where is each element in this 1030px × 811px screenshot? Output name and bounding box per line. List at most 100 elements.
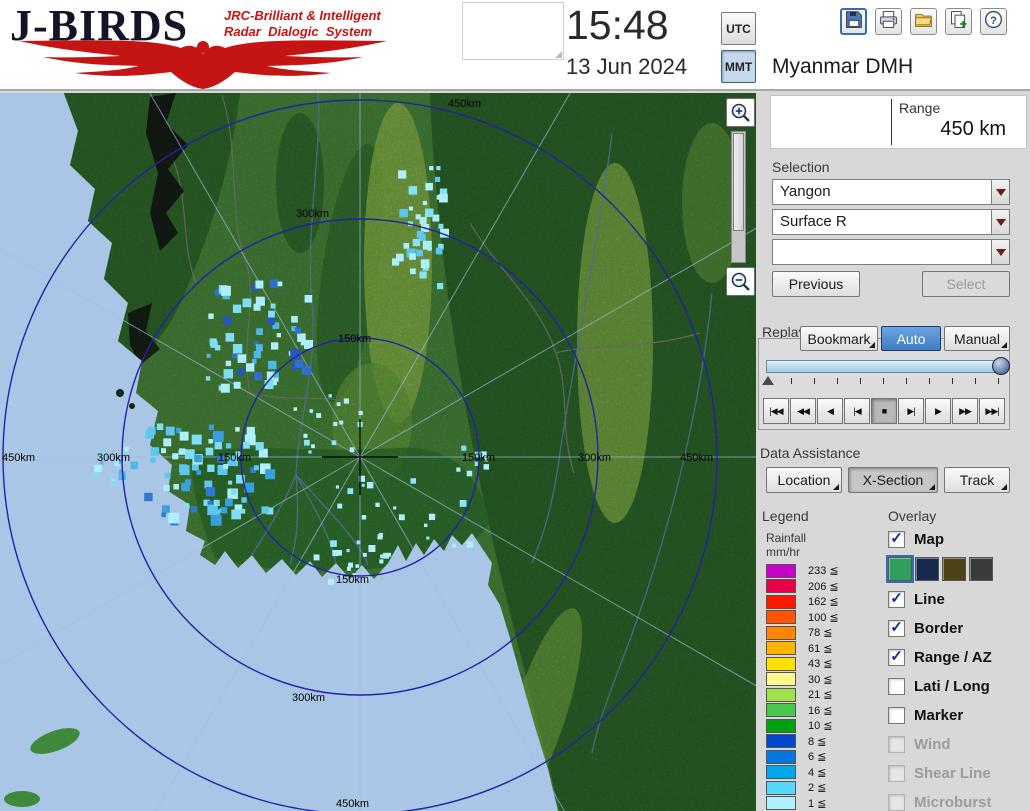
extra-dropdown-value[interactable] <box>772 239 991 265</box>
play-reverse-button[interactable]: ◀ <box>817 398 843 424</box>
legend-row: 4 ≦ <box>766 765 839 781</box>
range-display: Range 450 km <box>770 95 1027 149</box>
product-dropdown[interactable]: Surface R <box>772 209 1010 235</box>
jbirds-app: J-BIRDS JRC-Brilliant & Intelligent Rada… <box>0 0 1030 811</box>
print-button[interactable] <box>875 8 902 35</box>
track-button[interactable]: Track <box>944 467 1010 493</box>
play-button[interactable]: ▶ <box>925 398 951 424</box>
open-icon <box>913 9 934 35</box>
clock-time: 15:48 <box>566 2 669 48</box>
legend-row: 1 ≦ <box>766 796 839 811</box>
legend-row: 206 ≦ <box>766 579 839 595</box>
previous-button[interactable]: Previous <box>772 271 860 297</box>
legend-value: 6 ≦ <box>808 751 827 764</box>
legend-value: 61 ≦ <box>808 642 833 655</box>
extra-dropdown[interactable] <box>772 239 1010 265</box>
legend-unit-2: mm/hr <box>766 545 800 559</box>
skip-end-button[interactable]: ▶▶| <box>979 398 1005 424</box>
overlay-label: Microburst <box>914 793 992 811</box>
location-button[interactable]: Location <box>766 467 842 493</box>
export-button[interactable] <box>945 8 972 35</box>
replay-timeline-slider[interactable] <box>766 360 1004 373</box>
utc-button[interactable]: UTC <box>721 12 756 45</box>
logo-tagline-1: JRC-Brilliant & Intelligent <box>224 8 381 23</box>
dropdown-arrow-icon[interactable] <box>991 179 1010 205</box>
open-button[interactable] <box>910 8 937 35</box>
fast-forward-button[interactable]: ▶▶ <box>952 398 978 424</box>
step-forward-button[interactable]: ▶| <box>898 398 924 424</box>
step-back-button[interactable]: |◀ <box>844 398 870 424</box>
dropdown-arrow-icon[interactable] <box>991 239 1010 265</box>
map-style-swatch-4[interactable] <box>969 557 993 581</box>
mmt-button[interactable]: MMT <box>721 50 756 83</box>
legend-color-swatch <box>766 672 796 687</box>
legend-value: 4 ≦ <box>808 766 827 779</box>
ring-label: 150km <box>218 452 251 464</box>
ring-label: 150km <box>336 574 369 586</box>
checkbox-line[interactable]: ✓ <box>888 590 905 608</box>
legend-row: 21 ≦ <box>766 687 839 703</box>
legend-color-swatch <box>766 796 796 811</box>
x-section-button[interactable]: X-Section <box>848 467 938 493</box>
legend-color-swatch <box>766 703 796 718</box>
legend-row: 61 ≦ <box>766 641 839 657</box>
legend-color-swatch <box>766 625 796 640</box>
legend-value: 233 ≦ <box>808 565 839 578</box>
ring-label: 450km <box>448 98 481 110</box>
site-dropdown-value[interactable]: Yangon <box>772 179 991 205</box>
checkmark-icon: ✓ <box>890 648 903 665</box>
overlay-label: Marker <box>914 706 964 724</box>
overlay-row-wind: Wind <box>888 733 1030 755</box>
ring-label: 300km <box>578 452 611 464</box>
overlay-label: Wind <box>914 735 951 753</box>
zoom-scrollbar[interactable] <box>731 131 746 263</box>
map-style-swatch-1[interactable] <box>886 555 914 583</box>
overlay-row-microburst: Microburst <box>888 791 1030 811</box>
site-dropdown[interactable]: Yangon <box>772 179 1010 205</box>
data-assistance-label: Data Assistance <box>760 445 861 461</box>
overlay-label: Range / AZ <box>914 648 992 666</box>
stop-button[interactable]: ■ <box>871 398 897 424</box>
legend-value: 100 ≦ <box>808 611 839 624</box>
logo-tagline-2: Radar Dialogic System <box>224 24 373 39</box>
checkbox-marker[interactable] <box>888 706 905 724</box>
radar-map[interactable]: 450km 300km 150km 450km 300km 150km 150km 300km… <box>0 93 756 811</box>
select-button[interactable]: Select <box>922 271 1010 297</box>
help-icon: ? <box>983 9 1004 35</box>
bookmark-button[interactable]: Bookmark <box>800 326 878 351</box>
overlay-row-map: ✓ Map <box>888 528 1030 550</box>
overlay-row-marker: Marker <box>888 704 1030 726</box>
checkbox-border[interactable]: ✓ <box>888 619 905 637</box>
ring-label: 150km <box>462 452 495 464</box>
playback-controls: |◀◀ ◀◀ ◀ |◀ ■ ▶| ▶ ▶▶ ▶▶| <box>763 398 1005 424</box>
map-style-swatch-2[interactable] <box>915 557 939 581</box>
save-button[interactable] <box>840 8 867 35</box>
map-style-swatch-3[interactable] <box>942 557 966 581</box>
legend-value: 162 ≦ <box>808 596 839 609</box>
checkbox-map[interactable]: ✓ <box>888 530 905 548</box>
station-logo-placeholder <box>462 2 564 60</box>
zoom-in-button[interactable] <box>726 98 755 127</box>
checkbox-range-az[interactable]: ✓ <box>888 648 905 666</box>
zoom-out-button[interactable] <box>726 267 755 296</box>
checkmark-icon: ✓ <box>890 619 903 636</box>
legend-row: 2 ≦ <box>766 780 839 796</box>
checkbox-microburst <box>888 793 905 811</box>
zoom-scrollbar-thumb[interactable] <box>733 133 744 231</box>
auto-button[interactable]: Auto <box>881 326 941 351</box>
manual-button[interactable]: Manual <box>944 326 1010 351</box>
timeline-thumb[interactable] <box>992 357 1010 375</box>
legend-value: 43 ≦ <box>808 658 833 671</box>
checkbox-lati-long[interactable] <box>888 677 905 695</box>
skip-start-button[interactable]: |◀◀ <box>763 398 789 424</box>
ring-label: 450km <box>336 798 369 810</box>
rewind-button[interactable]: ◀◀ <box>790 398 816 424</box>
product-dropdown-value[interactable]: Surface R <box>772 209 991 235</box>
checkbox-shear-line <box>888 764 905 782</box>
legend-value: 206 ≦ <box>808 580 839 593</box>
help-button[interactable]: ? <box>980 8 1007 35</box>
ring-label: 150km <box>338 333 371 345</box>
checkbox-wind <box>888 735 905 753</box>
dropdown-arrow-icon[interactable] <box>991 209 1010 235</box>
export-icon <box>948 9 969 35</box>
